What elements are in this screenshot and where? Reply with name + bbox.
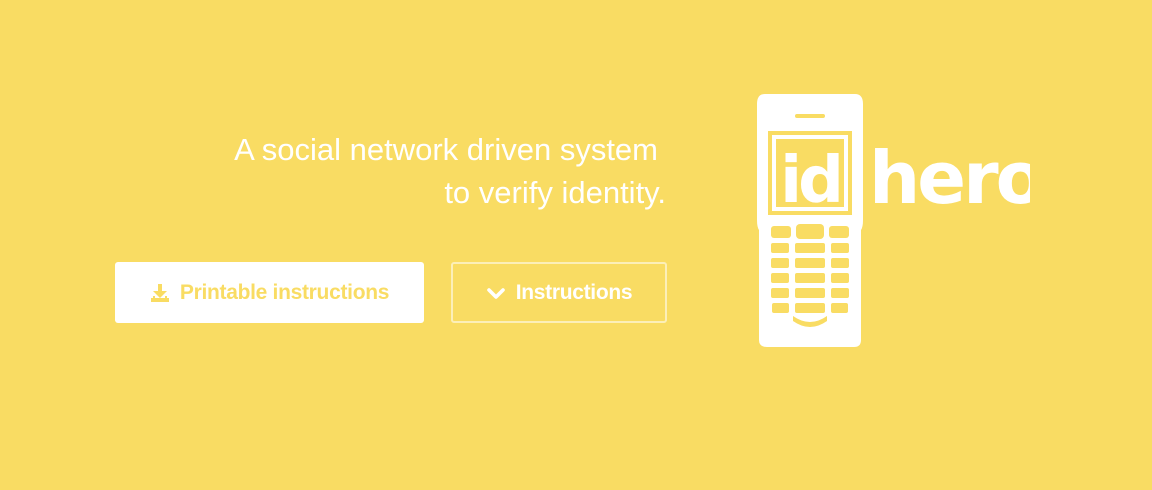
logo-text-hero: hero <box>869 136 1030 220</box>
printable-instructions-button[interactable]: Printable instructions <box>115 262 424 323</box>
instructions-button[interactable]: Instructions <box>451 262 667 323</box>
hero-tagline: A social network driven system to verify… <box>234 128 666 214</box>
tagline-line-1: A social network driven system <box>234 132 658 167</box>
idhero-logo: id hero <box>757 94 1030 347</box>
chevron-down-icon <box>486 283 506 303</box>
tagline-line-2: to verify identity. <box>444 175 666 210</box>
printable-instructions-label: Printable instructions <box>179 280 390 304</box>
phone-icon <box>757 94 863 347</box>
instructions-label: Instructions <box>515 280 633 304</box>
logo-text-id: id <box>780 144 840 218</box>
download-icon <box>150 283 170 303</box>
